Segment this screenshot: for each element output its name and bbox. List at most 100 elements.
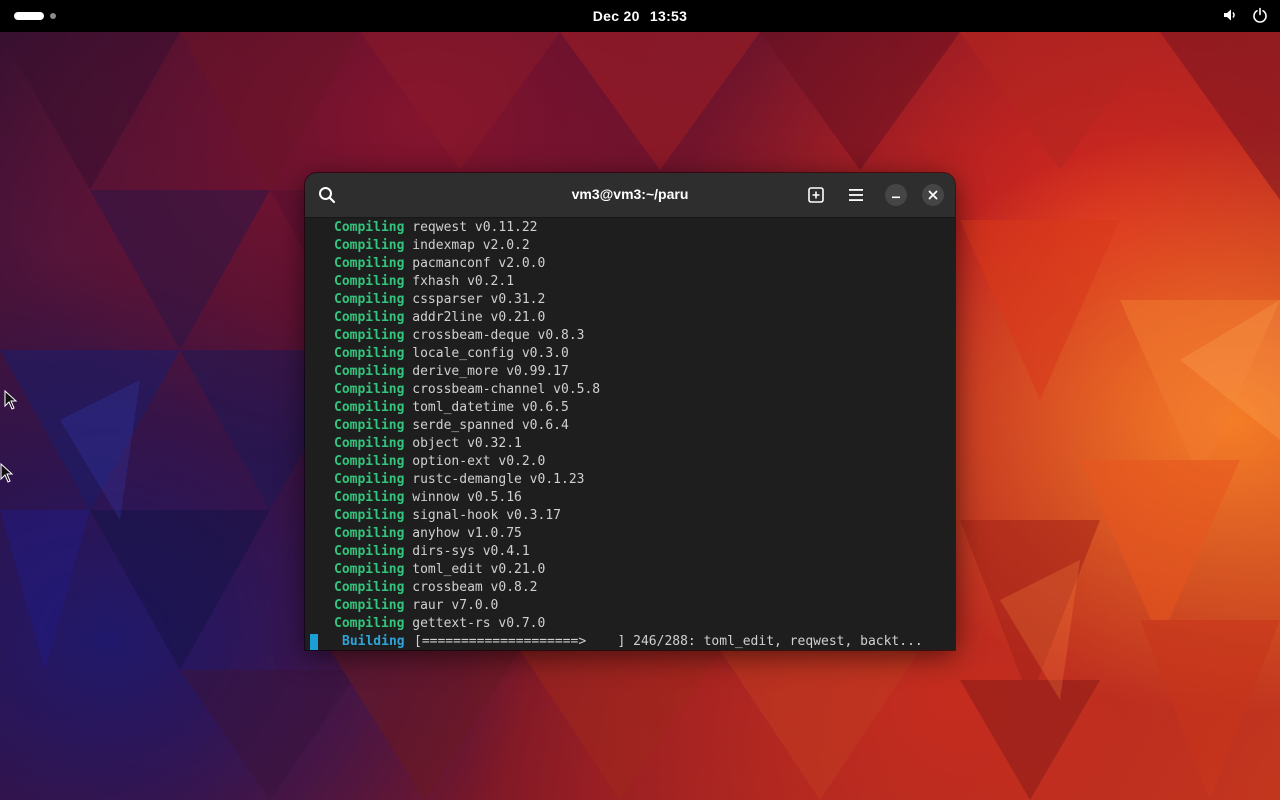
compiling-keyword: Compiling	[334, 220, 405, 235]
activities-button[interactable]	[14, 9, 56, 23]
terminal-line: Compiling locale_config v0.3.0	[334, 345, 934, 363]
compiling-keyword: Compiling	[334, 400, 405, 415]
terminal-line: Compiling dirs-sys v0.4.1	[334, 543, 934, 561]
terminal-line: Compiling anyhow v1.0.75	[334, 525, 934, 543]
terminal-line: Compiling raur v7.0.0	[334, 597, 934, 615]
crate-name: addr2line v0.21.0	[412, 310, 546, 325]
terminal-line: Compiling winnow v0.5.16	[334, 489, 934, 507]
crate-name: anyhow v1.0.75	[412, 526, 522, 541]
compiling-keyword: Compiling	[334, 346, 405, 361]
terminal-line: Compiling signal-hook v0.3.17	[334, 507, 934, 525]
crate-name: reqwest v0.11.22	[412, 220, 538, 235]
crate-name: object v0.32.1	[412, 436, 522, 451]
terminal-line: Compiling object v0.32.1	[334, 435, 934, 453]
top-bar: Dec 20 13:53	[0, 0, 1280, 32]
clock-date: Dec 20	[592, 8, 640, 24]
compiling-keyword: Compiling	[334, 310, 405, 325]
crate-name: crossbeam v0.8.2	[412, 580, 538, 595]
minimize-icon	[892, 196, 900, 199]
window-title: vm3@vm3:~/paru	[571, 186, 689, 202]
search-icon	[319, 187, 336, 204]
volume-icon[interactable]	[1222, 7, 1238, 23]
compiling-keyword: Compiling	[334, 616, 405, 631]
crate-name: option-ext v0.2.0	[412, 454, 546, 469]
new-tab-icon	[808, 187, 824, 203]
terminal-line: Compiling toml_datetime v0.6.5	[334, 399, 934, 417]
crate-name: derive_more v0.99.17	[412, 364, 569, 379]
compiling-keyword: Compiling	[334, 580, 405, 595]
crate-name: locale_config v0.3.0	[412, 346, 569, 361]
terminal-cursor	[310, 634, 318, 650]
terminal-line: Compiling serde_spanned v0.6.4	[334, 417, 934, 435]
build-progress-line: Building [====================> ] 246/28…	[305, 633, 955, 650]
search-button[interactable]	[315, 183, 339, 207]
crate-name: raur v7.0.0	[412, 598, 499, 613]
crate-name: cssparser v0.31.2	[412, 292, 546, 307]
crate-name: signal-hook v0.3.17	[412, 508, 561, 523]
compiling-keyword: Compiling	[334, 256, 405, 271]
compiling-keyword: Compiling	[334, 292, 405, 307]
crate-name: fxhash v0.2.1	[412, 274, 515, 289]
compiling-keyword: Compiling	[334, 472, 405, 487]
workspace-dot-icon	[50, 13, 56, 19]
compiling-keyword: Compiling	[334, 526, 405, 541]
compiling-keyword: Compiling	[334, 490, 405, 505]
terminal-line: Compiling pacmanconf v2.0.0	[334, 255, 934, 273]
crate-name: crossbeam-deque v0.8.3	[412, 328, 585, 343]
compiling-keyword: Compiling	[334, 418, 405, 433]
crate-name: dirs-sys v0.4.1	[412, 544, 530, 559]
terminal-line: Compiling toml_edit v0.21.0	[334, 561, 934, 579]
terminal-output[interactable]: Compiling reqwest v0.11.22 Compiling inde…	[305, 218, 955, 650]
compiling-keyword: Compiling	[334, 454, 405, 469]
close-button[interactable]	[922, 184, 944, 206]
terminal-line: Compiling crossbeam v0.8.2	[334, 579, 934, 597]
build-progress-text: [====================> ] 246/288: toml_e…	[414, 634, 923, 649]
terminal-line: Compiling cssparser v0.31.2	[334, 291, 934, 309]
new-tab-button[interactable]	[804, 183, 828, 207]
compile-log: Compiling reqwest v0.11.22 Compiling inde…	[334, 219, 934, 633]
system-tray[interactable]	[1222, 7, 1268, 23]
terminal-line: Compiling fxhash v0.2.1	[334, 273, 934, 291]
close-icon	[928, 190, 938, 200]
clock[interactable]: Dec 20 13:53	[560, 0, 720, 32]
crate-name: toml_datetime v0.6.5	[412, 400, 569, 415]
crate-name: rustc-demangle v0.1.23	[412, 472, 585, 487]
workspace-indicator-icon	[14, 12, 44, 20]
compiling-keyword: Compiling	[334, 274, 405, 289]
terminal-line: Compiling gettext-rs v0.7.0	[334, 615, 934, 633]
mouse-pointer-icon	[4, 390, 18, 410]
power-icon[interactable]	[1252, 7, 1268, 23]
compiling-keyword: Compiling	[334, 436, 405, 451]
crate-name: winnow v0.5.16	[412, 490, 522, 505]
terminal-line: Compiling crossbeam-deque v0.8.3	[334, 327, 934, 345]
main-menu-button[interactable]	[844, 183, 868, 207]
clock-time: 13:53	[649, 8, 688, 24]
build-keyword: Building	[342, 634, 405, 649]
crate-name: indexmap v2.0.2	[412, 238, 530, 253]
minimize-button[interactable]	[885, 184, 907, 206]
terminal-line: Compiling rustc-demangle v0.1.23	[334, 471, 934, 489]
terminal-line: Compiling addr2line v0.21.0	[334, 309, 934, 327]
crate-name: pacmanconf v2.0.0	[412, 256, 546, 271]
terminal-line: Compiling crossbeam-channel v0.5.8	[334, 381, 934, 399]
terminal-line: Compiling option-ext v0.2.0	[334, 453, 934, 471]
compiling-keyword: Compiling	[334, 544, 405, 559]
hamburger-menu-icon	[849, 189, 863, 201]
terminal-headerbar[interactable]: vm3@vm3:~/paru	[305, 173, 955, 218]
compiling-keyword: Compiling	[334, 508, 405, 523]
compiling-keyword: Compiling	[334, 382, 405, 397]
compiling-keyword: Compiling	[334, 328, 405, 343]
crate-name: gettext-rs v0.7.0	[412, 616, 546, 631]
compiling-keyword: Compiling	[334, 238, 405, 253]
crate-name: toml_edit v0.21.0	[412, 562, 546, 577]
compiling-keyword: Compiling	[334, 562, 405, 577]
terminal-line: Compiling reqwest v0.11.22	[334, 219, 934, 237]
crate-name: serde_spanned v0.6.4	[412, 418, 569, 433]
crate-name: crossbeam-channel v0.5.8	[412, 382, 601, 397]
desktop-background: Dec 20 13:53 vm3@vm3:~/paru Compiling re…	[0, 0, 1280, 800]
compiling-keyword: Compiling	[334, 598, 405, 613]
compiling-keyword: Compiling	[334, 364, 405, 379]
terminal-line: Compiling derive_more v0.99.17	[334, 363, 934, 381]
terminal-window[interactable]: vm3@vm3:~/paru Compiling reqwest v0.11.2…	[305, 173, 955, 650]
terminal-line: Compiling indexmap v2.0.2	[334, 237, 934, 255]
